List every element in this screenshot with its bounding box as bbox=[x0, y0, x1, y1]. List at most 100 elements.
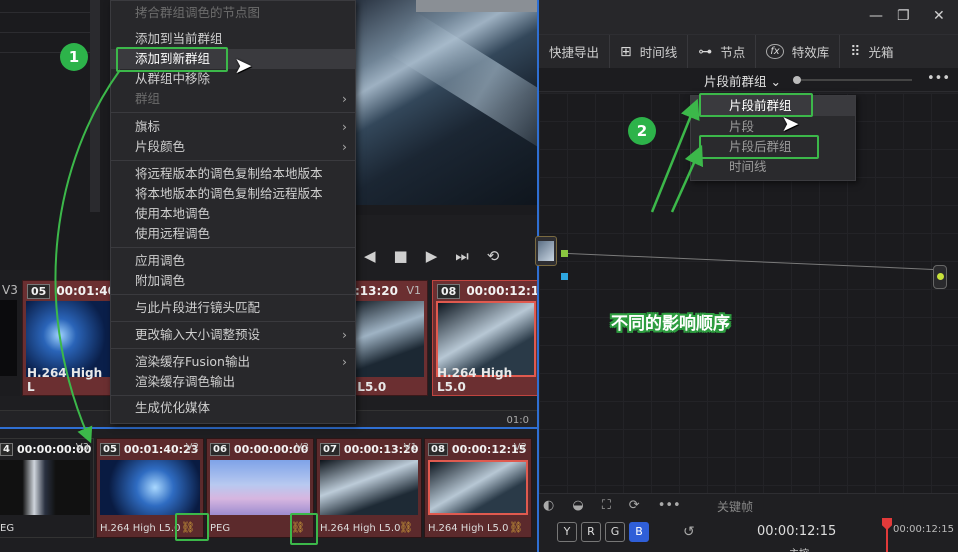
clip-codec: PEG bbox=[210, 523, 231, 534]
menu-item-render-cache-color[interactable]: 渲染缓存调色输出 bbox=[111, 372, 355, 392]
node-subbar: 片段前群组 ⌄ ••• bbox=[539, 68, 958, 92]
mouse-cursor-icon: ➤ bbox=[781, 112, 800, 137]
chevron-down-icon: ⌄ bbox=[770, 74, 781, 89]
master-label: 主控 bbox=[789, 545, 809, 552]
output-node[interactable] bbox=[933, 265, 947, 289]
track-label: V2 bbox=[513, 442, 527, 453]
next-icon[interactable]: ⏭ bbox=[455, 248, 469, 264]
reset-icon[interactable]: ⟳ bbox=[629, 498, 640, 513]
close-icon[interactable]: ✕ bbox=[933, 8, 945, 24]
menu-item-clip-color[interactable]: 片段颜色 › bbox=[111, 137, 355, 157]
clip-thumbnail[interactable]: 05 00:01:40 H.264 High L bbox=[22, 280, 117, 396]
bottom-panel: ◐ ◒ ⛶ ⟳ ••• 关键帧 Y R G B ↺ 00:00:12:15 00… bbox=[539, 493, 958, 552]
nodes-button[interactable]: ⊶ 节点 bbox=[687, 34, 755, 69]
app-root: ◀ ■ ▶ ⏭ ⟲ V3 05 00:01:40 H.264 High L :13… bbox=[0, 0, 958, 552]
track-label: V1 bbox=[406, 284, 421, 297]
link-icon[interactable]: ⛓ bbox=[399, 521, 413, 534]
more-options-icon[interactable]: ••• bbox=[927, 71, 950, 86]
menu-item-append-grade[interactable]: 附加调色 bbox=[111, 271, 355, 291]
minimize-icon[interactable]: — bbox=[869, 8, 883, 24]
undo-icon[interactable]: ↺ bbox=[683, 524, 695, 540]
submenu-arrow-icon: › bbox=[342, 354, 347, 369]
more-options-icon[interactable]: ••• bbox=[658, 498, 681, 513]
menu-item[interactable]: 使用远程调色 bbox=[111, 224, 355, 244]
blur-icon[interactable]: ◒ bbox=[572, 498, 583, 513]
track-label: V2 bbox=[185, 442, 199, 453]
annotation-text: 不同的影响顺序 bbox=[611, 314, 730, 334]
option-clip[interactable]: 片段 bbox=[691, 117, 855, 137]
track-label: V3 bbox=[2, 283, 18, 297]
option-highlight-box bbox=[699, 135, 819, 159]
fx-icon: fx bbox=[766, 44, 784, 59]
clip-number: 08 bbox=[437, 283, 461, 299]
clip-codec: EG bbox=[0, 523, 15, 534]
clip-number: 4 bbox=[0, 442, 13, 456]
toolbar: 快捷导出 ⊞ 时间线 ⊶ 节点 fx 特效库 ⠿ 光箱 bbox=[539, 34, 958, 69]
restore-icon[interactable]: ❐ bbox=[897, 8, 910, 24]
menu-item-shot-match[interactable]: 与此片段进行镜头匹配 bbox=[111, 298, 355, 318]
clip-thumbnail[interactable]: V3 bbox=[0, 280, 20, 396]
loop-icon[interactable]: ⟲ bbox=[487, 248, 500, 264]
clip-thumbnail[interactable]: 08 00:00:12:15 H.264 High L5.0 bbox=[432, 280, 548, 396]
clip-timecode: 00:01:40 bbox=[56, 284, 117, 298]
menu-item-apply-grade[interactable]: 应用调色 bbox=[111, 251, 355, 271]
zoom-slider-handle[interactable] bbox=[793, 76, 801, 84]
node-key-port[interactable] bbox=[561, 273, 568, 280]
ruler-timecode: 00:00:12:15 bbox=[893, 524, 955, 535]
submenu-arrow-icon: › bbox=[342, 91, 347, 106]
playhead-line bbox=[886, 528, 888, 552]
clip-codec: H.264 High L5.0 bbox=[428, 523, 509, 534]
node-mode-dropdown[interactable]: 片段前群组 ⌄ bbox=[704, 71, 781, 90]
left-panel bbox=[0, 0, 110, 270]
clip-thumbnail[interactable]: 4 00:00:00:00 V3 EG bbox=[0, 438, 94, 538]
stop-icon[interactable]: ■ bbox=[394, 248, 408, 264]
menu-item-optimized-media[interactable]: 生成优化媒体 bbox=[111, 398, 355, 418]
channel-g-button[interactable]: G bbox=[605, 522, 625, 542]
menu-highlight-box bbox=[116, 47, 228, 72]
menu-item[interactable]: 将本地版本的调色复制给远程版本 bbox=[111, 184, 355, 204]
menu-item-flags[interactable]: 旗标 › bbox=[111, 117, 355, 137]
clip-number: 05 bbox=[100, 442, 120, 456]
quick-export-button[interactable]: 快捷导出 bbox=[539, 35, 609, 69]
corrector-node[interactable] bbox=[535, 236, 557, 266]
menu-item-remove-from-group[interactable]: 从群组中移除 bbox=[111, 69, 355, 89]
keyframe-timecode: 00:00:12:15 bbox=[757, 524, 837, 539]
clip-thumbnail[interactable]: :13:20 V1 i L5.0 bbox=[344, 280, 428, 396]
clip-thumbnail[interactable]: 08 00:00:12:15 V2 H.264 High L5.0 ⛓ bbox=[424, 438, 532, 538]
clip-timecode: :13:20 bbox=[355, 284, 398, 298]
option-timeline[interactable]: 时间线 bbox=[691, 157, 855, 177]
panel-scrollbar[interactable] bbox=[90, 0, 100, 212]
track-label: V1 bbox=[403, 442, 417, 453]
zoom-slider[interactable] bbox=[797, 79, 912, 81]
track-label: V3 bbox=[75, 442, 89, 453]
fit-icon[interactable]: ⛶ bbox=[602, 498, 611, 513]
prev-icon[interactable]: ◀ bbox=[364, 248, 376, 264]
submenu-arrow-icon: › bbox=[342, 327, 347, 342]
clip-codec: H.264 High L5.0 bbox=[437, 366, 513, 394]
play-icon[interactable]: ▶ bbox=[426, 248, 438, 264]
color-page-window: ◀ ■ ▶ ⏭ ⟲ V3 05 00:01:40 H.264 High L :13… bbox=[0, 0, 548, 552]
channel-y-button[interactable]: Y bbox=[557, 522, 577, 542]
menu-item-group[interactable]: 群组 › bbox=[111, 89, 355, 109]
menu-item-input-sizing[interactable]: 更改输入大小调整预设 › bbox=[111, 325, 355, 345]
channel-r-button[interactable]: R bbox=[581, 522, 601, 542]
qualifier-icon[interactable]: ◐ bbox=[543, 498, 554, 513]
menu-item[interactable]: 使用本地调色 bbox=[111, 204, 355, 224]
submenu-arrow-icon: › bbox=[342, 119, 347, 134]
channel-b-button[interactable]: B bbox=[629, 522, 649, 542]
channel-buttons: Y R G B bbox=[557, 522, 649, 542]
link-highlight-box bbox=[175, 513, 209, 541]
lightbox-button[interactable]: ⠿ 光箱 bbox=[839, 34, 903, 69]
effects-library-button[interactable]: fx 特效库 bbox=[755, 34, 839, 69]
menu-item[interactable]: 将远程版本的调色复制给本地版本 bbox=[111, 164, 355, 184]
clip-thumbnail[interactable]: 07 00:00:13:20 V1 H.264 High L5.0 ⛓ bbox=[316, 438, 422, 538]
clip-timecode: 00:00:12:15 bbox=[466, 284, 548, 298]
menu-item-render-cache-fusion[interactable]: 渲染缓存Fusion输出 › bbox=[111, 352, 355, 372]
link-icon[interactable]: ⛓ bbox=[509, 521, 523, 534]
transport-controls: ◀ ■ ▶ ⏭ ⟲ bbox=[356, 238, 537, 274]
menu-item-add-current-group[interactable]: 添加到当前群组 bbox=[111, 29, 355, 49]
timeline-button[interactable]: ⊞ 时间线 bbox=[609, 34, 687, 69]
clip-number: 08 bbox=[428, 442, 448, 456]
step-badge: 2 bbox=[628, 117, 656, 145]
clip-codec: H.264 High L bbox=[27, 366, 103, 394]
